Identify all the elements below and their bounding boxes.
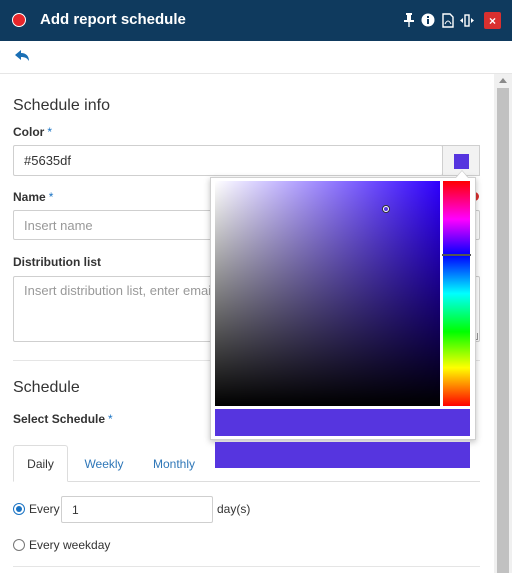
- section-divider-bottom: [13, 566, 480, 567]
- color-preview: [215, 409, 470, 436]
- scrollbar-thumb[interactable]: [497, 88, 509, 573]
- schedule-heading: Schedule: [13, 379, 80, 396]
- color-input[interactable]: #5635df: [13, 145, 443, 176]
- scroll-up-arrow-icon[interactable]: [499, 78, 507, 83]
- toolbar: [0, 41, 512, 74]
- close-button[interactable]: ×: [484, 12, 501, 29]
- every-label: Every: [29, 502, 60, 516]
- every-weekday-radio[interactable]: [13, 539, 25, 551]
- hue-slider-handle[interactable]: [442, 254, 471, 257]
- color-preview-secondary: [215, 442, 470, 468]
- every-weekday-label: Every weekday: [29, 538, 111, 552]
- tab-daily[interactable]: Daily: [13, 445, 68, 482]
- saturation-value-area[interactable]: [215, 181, 440, 406]
- picker-caret-inner: [456, 171, 468, 178]
- info-icon[interactable]: [420, 11, 436, 29]
- distribution-list-label: Distribution list: [13, 255, 101, 269]
- name-label: Name *: [13, 190, 54, 204]
- color-swatch: [454, 154, 469, 169]
- resize-icon[interactable]: [459, 11, 475, 29]
- select-schedule-label: Select Schedule *: [13, 412, 113, 426]
- record-icon: [12, 13, 26, 27]
- title-bar: Add report schedule ×: [0, 0, 512, 41]
- hue-slider[interactable]: [443, 181, 470, 406]
- window-title: Add report schedule: [40, 11, 186, 28]
- schedule-info-heading: Schedule info: [13, 97, 110, 114]
- pin-icon[interactable]: [401, 11, 417, 29]
- pdf-icon[interactable]: [440, 11, 456, 29]
- tab-monthly[interactable]: Monthly: [140, 445, 208, 482]
- every-radio[interactable]: [13, 503, 25, 515]
- every-days-input[interactable]: 1: [61, 496, 213, 523]
- back-arrow-icon[interactable]: [14, 48, 34, 66]
- color-label: Color *: [13, 125, 53, 139]
- saturation-cursor[interactable]: [383, 206, 389, 212]
- days-unit-label: day(s): [217, 502, 251, 516]
- tab-weekly[interactable]: Weekly: [72, 445, 136, 482]
